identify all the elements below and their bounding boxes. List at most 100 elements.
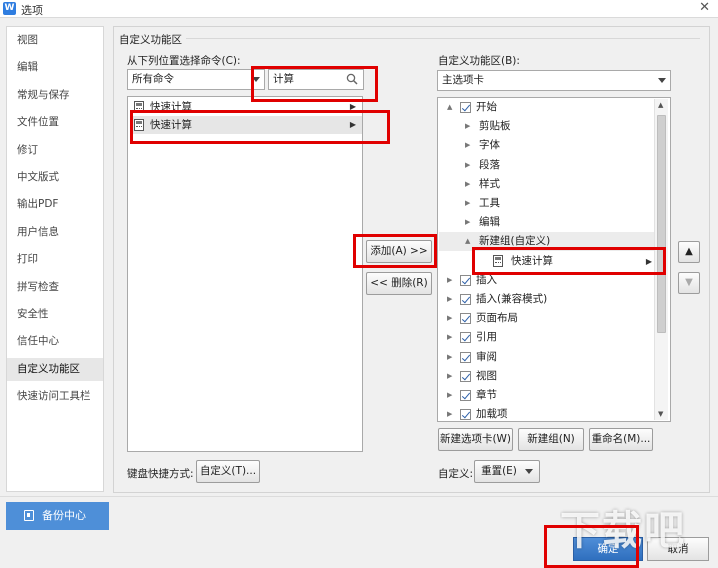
expand-icon[interactable]: ▶ bbox=[465, 194, 470, 213]
expand-icon[interactable]: ▶ bbox=[465, 175, 470, 194]
move-up-button[interactable]: ▲ bbox=[678, 241, 700, 263]
sidebar-item[interactable]: 编辑 bbox=[7, 56, 103, 79]
scrollbar-thumb[interactable] bbox=[657, 115, 666, 333]
ribbon-tabs-select[interactable]: 主选项卡 bbox=[437, 70, 671, 91]
tree-item[interactable]: ▶ 快速计算 bbox=[439, 252, 654, 271]
tree-item[interactable]: ▶ 剪贴板 bbox=[439, 117, 654, 136]
list-item-label: 快速计算 bbox=[150, 119, 192, 131]
list-item-label: 快速计算 bbox=[150, 101, 192, 113]
window-title: 选项 bbox=[21, 4, 43, 17]
expand-icon[interactable]: ▶ bbox=[447, 290, 452, 309]
commands-source-select[interactable]: 所有命令 bbox=[127, 69, 265, 90]
sidebar-item[interactable]: 用户信息 bbox=[7, 221, 103, 244]
expand-icon[interactable]: ▶ bbox=[447, 328, 452, 347]
tree-item[interactable]: ▶ 页面布局 bbox=[439, 309, 654, 328]
tree-item[interactable]: ▶ 加载项 bbox=[439, 405, 654, 424]
sidebar-item[interactable]: 打印 bbox=[7, 248, 103, 271]
expand-icon[interactable]: ▶ bbox=[447, 309, 452, 328]
new-group-button[interactable]: 新建组(N) bbox=[518, 428, 584, 451]
customize-label: 自定义: bbox=[438, 468, 474, 480]
tree-item[interactable]: ▶ 审阅 bbox=[439, 348, 654, 367]
expand-icon[interactable]: ▶ bbox=[447, 405, 452, 424]
expand-icon[interactable]: ▶ bbox=[465, 117, 470, 136]
commands-list[interactable]: 快速计算 ▶ 快速计算 ▶ bbox=[127, 96, 363, 452]
sidebar-item[interactable]: 安全性 bbox=[7, 303, 103, 326]
sidebar-item[interactable]: 快速访问工具栏 bbox=[7, 385, 103, 408]
tab-checkbox[interactable] bbox=[460, 294, 471, 305]
collapse-icon[interactable]: ▲ bbox=[447, 98, 452, 117]
tab-checkbox[interactable] bbox=[460, 274, 471, 286]
expand-icon[interactable]: ▶ bbox=[447, 367, 452, 386]
backup-center-button[interactable]: 备份中心 bbox=[6, 502, 109, 530]
expand-icon[interactable]: ▶ bbox=[447, 348, 452, 367]
tab-checkbox[interactable] bbox=[460, 409, 471, 421]
tree-item[interactable]: ▶ 视图 bbox=[439, 367, 654, 386]
scroll-up-icon[interactable]: ▲ bbox=[658, 101, 663, 109]
expand-icon[interactable]: ▶ bbox=[465, 136, 470, 155]
chevron-right-icon: ▶ bbox=[349, 120, 356, 129]
add-button[interactable]: 添加(A) >> bbox=[366, 240, 432, 263]
tab-checkbox[interactable] bbox=[460, 351, 471, 363]
calculator-icon bbox=[134, 101, 144, 113]
sidebar-item[interactable]: 拼写检查 bbox=[7, 276, 103, 299]
reset-button[interactable]: 重置(E) bbox=[474, 460, 540, 483]
expand-icon[interactable]: ▶ bbox=[447, 271, 452, 290]
cancel-button[interactable]: 取消 bbox=[647, 537, 709, 561]
title-bar: W 选项 ✕ bbox=[0, 0, 718, 18]
tree-item[interactable]: ▶ 插入 bbox=[439, 271, 654, 290]
commands-source-value: 所有命令 bbox=[132, 73, 174, 85]
sidebar-item[interactable]: 文件位置 bbox=[7, 111, 103, 134]
tab-checkbox[interactable] bbox=[460, 390, 471, 401]
move-down-button[interactable]: ▼ bbox=[678, 272, 700, 294]
tree-item[interactable]: ▶ 章节 bbox=[439, 386, 654, 405]
close-icon[interactable]: ✕ bbox=[699, 0, 710, 15]
tree-item-label: 章节 bbox=[476, 389, 497, 401]
ribbon-tree-scrollbar[interactable]: ▲ ▼ bbox=[654, 99, 668, 420]
rename-button[interactable]: 重命名(M)... bbox=[589, 428, 653, 451]
expand-icon[interactable]: ▶ bbox=[447, 386, 452, 405]
tree-item[interactable]: ▶ 样式 bbox=[439, 175, 654, 194]
chevron-down-icon bbox=[524, 468, 533, 474]
tree-item-label: 开始 bbox=[476, 101, 497, 113]
tree-item[interactable]: ▲ 新建组(自定义) bbox=[439, 232, 654, 252]
expand-icon[interactable]: ▶ bbox=[465, 156, 470, 175]
tree-item[interactable]: ▶ 字体 bbox=[439, 136, 654, 155]
tree-item[interactable]: ▶ 段落 bbox=[439, 156, 654, 175]
tree-item-label: 加载项 bbox=[476, 408, 508, 421]
command-search-input[interactable]: 计算 bbox=[268, 69, 364, 90]
tab-checkbox[interactable] bbox=[460, 313, 471, 325]
customize-keyboard-button[interactable]: 自定义(T)... bbox=[196, 460, 260, 483]
command-search-value: 计算 bbox=[273, 73, 294, 85]
ribbon-label: 自定义功能区(B): bbox=[438, 55, 520, 67]
tab-checkbox[interactable] bbox=[460, 370, 471, 382]
ok-button[interactable]: 确定 bbox=[573, 537, 643, 561]
commands-source-label: 从下列位置选择命令(C): bbox=[127, 55, 241, 67]
tree-item-label: 插入 bbox=[476, 273, 497, 286]
wps-logo-icon: W bbox=[3, 2, 16, 15]
tree-item[interactable]: ▶ 插入(兼容模式) bbox=[439, 290, 654, 309]
list-item[interactable]: 快速计算 ▶ bbox=[130, 98, 362, 116]
calculator-icon bbox=[493, 254, 503, 267]
tree-item[interactable]: ▶ 工具 bbox=[439, 194, 654, 213]
sidebar-item[interactable]: 常规与保存 bbox=[7, 84, 103, 107]
collapse-icon[interactable]: ▲ bbox=[465, 232, 470, 251]
expand-icon[interactable]: ▶ bbox=[465, 213, 470, 232]
ribbon-tree[interactable]: ▲ 开始 ▶ 剪贴板 ▶ 字体 ▶ 段落 ▶ 样式 ▶ 工具 ▶ 编辑 ▲ 新建组(自定义) ▶ 快速计算 ▶ 插入 ▶… bbox=[437, 97, 671, 422]
search-icon[interactable] bbox=[346, 73, 358, 85]
tree-item[interactable]: ▶ 编辑 bbox=[439, 213, 654, 232]
remove-button[interactable]: << 删除(R) bbox=[366, 272, 432, 295]
scroll-down-icon[interactable]: ▼ bbox=[658, 410, 663, 418]
sidebar-item[interactable]: 修订 bbox=[7, 139, 103, 162]
sidebar-item[interactable]: 中文版式 bbox=[7, 166, 103, 189]
sidebar-item[interactable]: 视图 bbox=[7, 29, 103, 52]
tree-item[interactable]: ▶ 引用 bbox=[439, 328, 654, 347]
sidebar-item[interactable]: 信任中心 bbox=[7, 330, 103, 353]
tree-item[interactable]: ▲ 开始 bbox=[439, 98, 654, 117]
tab-checkbox[interactable] bbox=[460, 102, 471, 113]
list-item[interactable]: 快速计算 ▶ bbox=[130, 116, 362, 134]
tab-checkbox[interactable] bbox=[460, 332, 471, 344]
backup-center-label: 备份中心 bbox=[42, 509, 86, 522]
sidebar-item[interactable]: 自定义功能区 bbox=[7, 357, 103, 381]
sidebar-item[interactable]: 输出PDF bbox=[7, 193, 103, 216]
new-tab-button[interactable]: 新建选项卡(W) bbox=[438, 428, 513, 451]
